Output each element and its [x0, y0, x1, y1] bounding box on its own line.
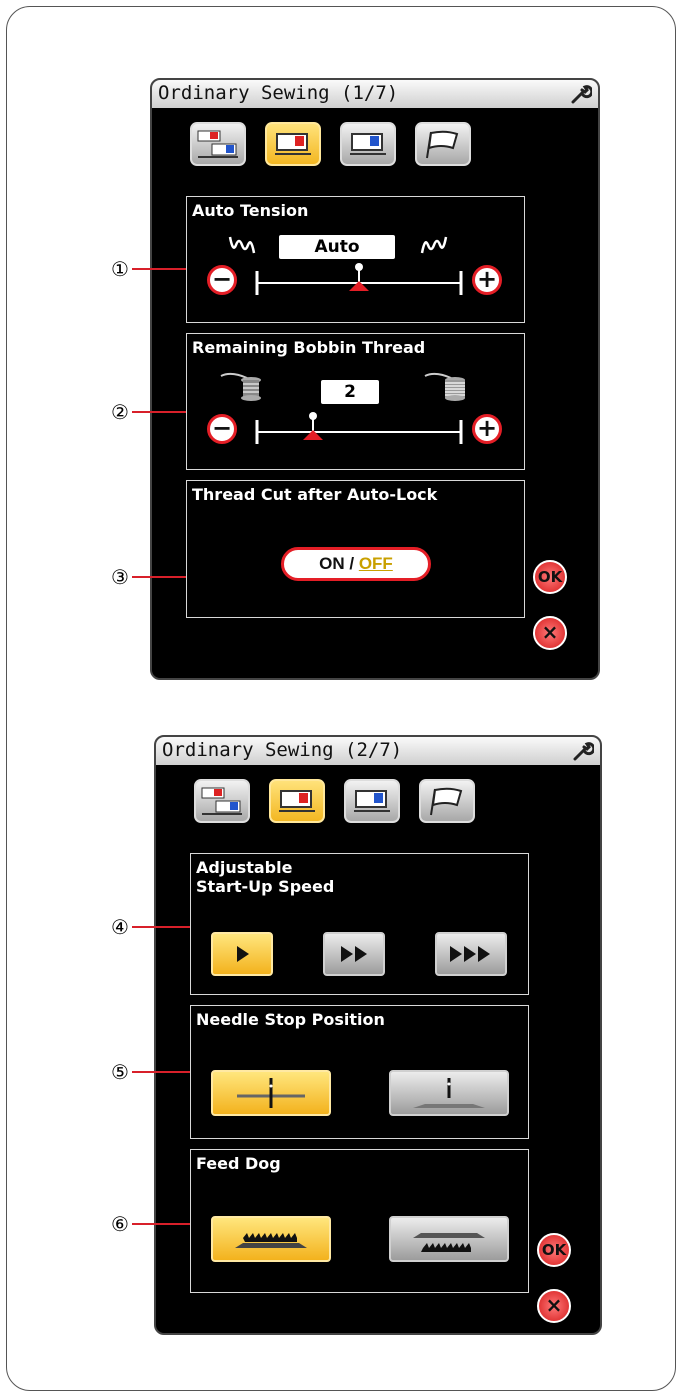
bobbin-empty-icon — [220, 372, 261, 401]
title-bar: Ordinary Sewing (2/7) — [156, 737, 600, 765]
tab-embroidery[interactable] — [344, 779, 400, 823]
feed-dog-up-button[interactable] — [211, 1216, 331, 1262]
toggle-on-label: ON / — [319, 554, 359, 573]
speed-title: Adjustable Start-Up Speed — [196, 858, 335, 896]
auto-tension-title: Auto Tension — [192, 201, 309, 220]
cancel-button[interactable]: × — [533, 616, 567, 650]
needle-up-button[interactable] — [389, 1070, 509, 1116]
feed-dog-down-icon — [413, 1233, 485, 1252]
feed-dog-down-button[interactable] — [389, 1216, 509, 1262]
tab-common-settings[interactable] — [194, 779, 250, 823]
feed-dog-panel: Feed Dog — [190, 1149, 529, 1293]
wrench-icon — [573, 742, 594, 761]
tab-ordinary-sewing[interactable] — [265, 122, 321, 166]
speed-panel: Adjustable Start-Up Speed — [190, 853, 529, 995]
callout-4-number: ④ — [111, 915, 129, 939]
needle-stop-panel: Needle Stop Position — [190, 1005, 529, 1139]
bobbin-plus-button[interactable]: + — [472, 414, 502, 444]
thread-cut-title: Thread Cut after Auto-Lock — [192, 485, 438, 504]
settings-screen-1: Ordinary Sewing (1/7) Auto Tension Auto … — [150, 78, 600, 680]
feed-dog-up-icon — [235, 1233, 307, 1248]
callout-6-line — [132, 1223, 190, 1225]
callout-6: ⑥ — [108, 1212, 190, 1236]
feed-dog-title: Feed Dog — [196, 1154, 281, 1173]
fast-speed-button[interactable] — [435, 932, 507, 976]
needle-down-icon — [237, 1078, 305, 1108]
loose-tension-icon — [228, 236, 256, 254]
wrench-icon — [571, 85, 592, 104]
auto-tension-panel: Auto Tension Auto − + — [186, 196, 525, 323]
bobbin-panel: Remaining Bobbin Thread 2 − + — [186, 333, 525, 470]
thread-cut-toggle[interactable]: ON / OFF — [281, 547, 431, 581]
toggle-off-label: OFF — [358, 554, 393, 573]
callout-4: ④ — [108, 915, 190, 939]
tight-tension-icon — [420, 236, 448, 254]
bobbin-slider[interactable] — [255, 410, 463, 446]
slow-speed-button[interactable] — [211, 932, 273, 976]
slow-speed-icon — [237, 946, 249, 962]
fast-speed-icon — [450, 946, 490, 962]
callout-2-number: ② — [111, 400, 129, 424]
tab-language[interactable] — [419, 779, 475, 823]
tab-language[interactable] — [415, 122, 471, 166]
tension-minus-button[interactable]: − — [207, 265, 237, 295]
tab-ordinary-sewing[interactable] — [269, 779, 325, 823]
ok-button[interactable]: OK — [537, 1233, 571, 1267]
screen-title: Ordinary Sewing (2/7) — [162, 739, 403, 761]
bobbin-value: 2 — [321, 380, 379, 404]
callout-3-number: ③ — [111, 565, 129, 589]
settings-screen-2: Ordinary Sewing (2/7) Adjustable Start-U… — [154, 735, 602, 1335]
callout-1-line — [132, 268, 186, 270]
bobbin-full-icon — [424, 372, 465, 401]
screen-title: Ordinary Sewing (1/7) — [158, 82, 399, 104]
callout-3: ③ — [108, 565, 186, 589]
tension-plus-button[interactable]: + — [472, 265, 502, 295]
medium-speed-button[interactable] — [323, 932, 385, 976]
callout-1-number: ① — [111, 257, 129, 281]
callout-2: ② — [108, 400, 186, 424]
callout-5: ⑤ — [108, 1060, 190, 1084]
callout-5-line — [132, 1071, 190, 1073]
cancel-button[interactable]: × — [537, 1289, 571, 1323]
callout-6-number: ⑥ — [111, 1212, 129, 1236]
callout-5-number: ⑤ — [111, 1060, 129, 1084]
tension-value: Auto — [279, 235, 395, 259]
ok-button[interactable]: OK — [533, 560, 567, 594]
callout-1: ① — [108, 257, 186, 281]
tab-embroidery[interactable] — [340, 122, 396, 166]
bobbin-title: Remaining Bobbin Thread — [192, 338, 426, 357]
tension-slider[interactable] — [255, 261, 463, 297]
tab-common-settings[interactable] — [190, 122, 246, 166]
needle-up-icon — [413, 1078, 485, 1108]
medium-speed-icon — [341, 946, 367, 962]
thread-cut-panel: Thread Cut after Auto-Lock ON / OFF — [186, 480, 525, 618]
callout-4-line — [132, 926, 190, 928]
bobbin-minus-button[interactable]: − — [207, 414, 237, 444]
title-bar: Ordinary Sewing (1/7) — [152, 80, 598, 108]
callout-2-line — [132, 411, 186, 413]
needle-down-button[interactable] — [211, 1070, 331, 1116]
callout-3-line — [132, 576, 186, 578]
needle-stop-title: Needle Stop Position — [196, 1010, 385, 1029]
